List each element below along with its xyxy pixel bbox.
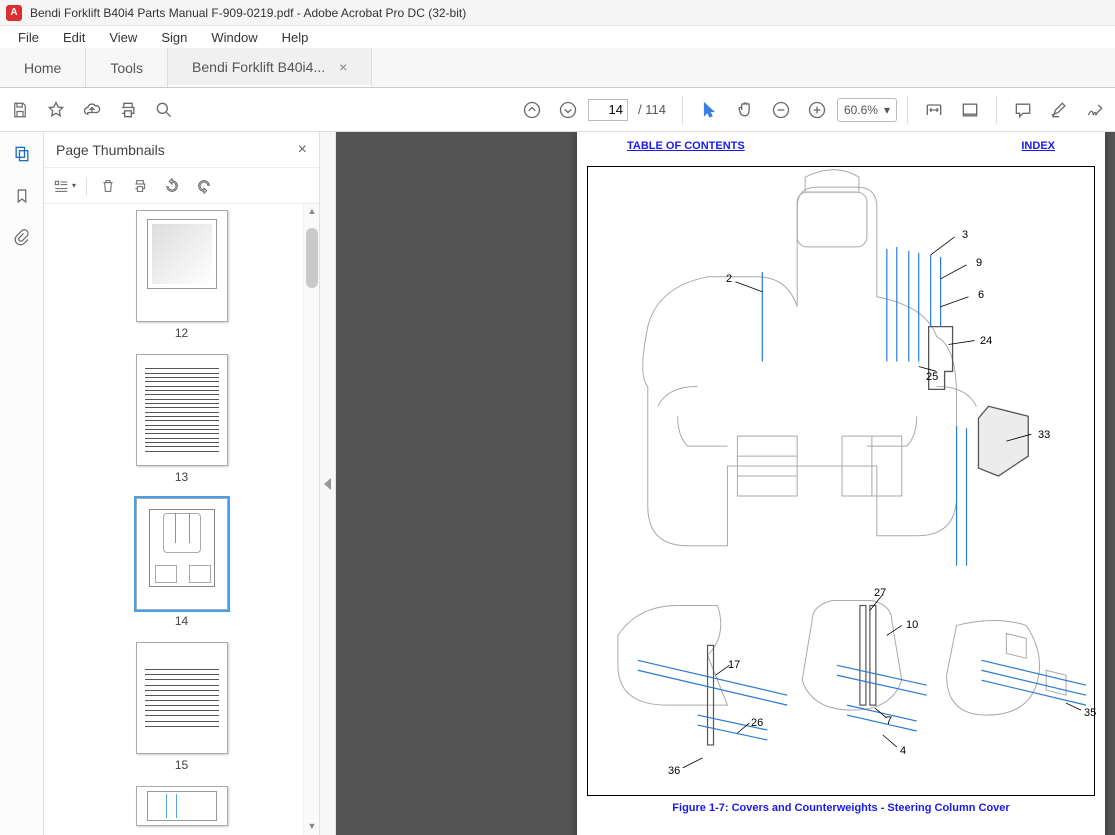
app-icon: A [6, 5, 22, 21]
thumbnails-toolbar: ▾ [44, 168, 319, 204]
save-icon[interactable] [4, 94, 36, 126]
zoom-in-icon[interactable] [801, 94, 833, 126]
main-area: Page Thumbnails × ▾ 12 13 [0, 132, 1115, 835]
callout-9: 9 [976, 257, 982, 269]
fit-width-icon[interactable] [918, 94, 950, 126]
sign-icon[interactable] [1079, 94, 1111, 126]
thumbnail-label: 14 [175, 614, 188, 628]
thumbnails-panel: Page Thumbnails × ▾ 12 13 [44, 132, 320, 835]
figure-box: 2 3 9 6 24 25 33 27 10 17 26 36 7 4 35 [587, 166, 1095, 796]
callout-10: 10 [906, 619, 918, 631]
thumbnail-label: 12 [175, 326, 188, 340]
callout-3: 3 [962, 229, 968, 241]
toc-link[interactable]: TABLE OF CONTENTS [627, 140, 745, 152]
zoom-value: 60.6% [844, 103, 878, 117]
bookmark-tab-icon[interactable] [10, 184, 34, 208]
tab-document-label: Bendi Forklift B40i4... [192, 59, 325, 75]
triangle-left-icon [324, 478, 331, 490]
toolbar: / 114 60.6% ▾ [0, 88, 1115, 132]
thumbnail-page-16[interactable] [44, 786, 319, 830]
document-viewport[interactable]: TABLE OF CONTENTS INDEX [336, 132, 1115, 835]
menubar: File Edit View Sign Window Help [0, 26, 1115, 48]
read-mode-icon[interactable] [954, 94, 986, 126]
tabstrip: Home Tools Bendi Forklift B40i4... × [0, 48, 1115, 88]
chevron-down-icon: ▾ [884, 103, 890, 117]
menu-edit[interactable]: Edit [53, 28, 95, 47]
scroll-down-icon[interactable]: ▼ [304, 821, 319, 833]
page-total-label: / 114 [632, 102, 672, 117]
page-up-icon[interactable] [516, 94, 548, 126]
titlebar: A Bendi Forklift B40i4 Parts Manual F-90… [0, 0, 1115, 26]
tab-tools[interactable]: Tools [86, 48, 168, 87]
window-title: Bendi Forklift B40i4 Parts Manual F-909-… [30, 6, 466, 20]
thumbnails-scrollbar[interactable]: ▲ ▼ [303, 204, 319, 835]
tab-home[interactable]: Home [0, 48, 86, 87]
mini-sidebar [0, 132, 44, 835]
zoom-dropdown[interactable]: 60.6% ▾ [837, 98, 897, 122]
search-icon[interactable] [148, 94, 180, 126]
figure-diagram [588, 167, 1094, 795]
callout-36: 36 [668, 765, 680, 777]
callout-24: 24 [980, 335, 992, 347]
page-down-icon[interactable] [552, 94, 584, 126]
thumb-print-icon[interactable] [129, 175, 151, 197]
toolbar-separator [682, 96, 683, 124]
toolbar-separator [907, 96, 908, 124]
pointer-icon[interactable] [693, 94, 725, 126]
thumbnails-header: Page Thumbnails × [44, 132, 319, 168]
menu-help[interactable]: Help [272, 28, 319, 47]
thumbnail-page-15[interactable]: 15 [44, 642, 319, 772]
menu-window[interactable]: Window [201, 28, 267, 47]
thumbnails-title: Page Thumbnails [56, 142, 165, 158]
callout-26: 26 [751, 717, 763, 729]
callout-35: 35 [1084, 707, 1096, 719]
thumbnails-close-icon[interactable]: × [298, 141, 307, 159]
zoom-out-icon[interactable] [765, 94, 797, 126]
thumbnail-label: 13 [175, 470, 188, 484]
callout-33: 33 [1038, 429, 1050, 441]
thumbnails-tab-icon[interactable] [10, 142, 34, 166]
callout-4: 4 [900, 745, 906, 757]
callout-6: 6 [978, 289, 984, 301]
thumbnails-list[interactable]: 12 13 14 15 [44, 204, 319, 835]
menu-file[interactable]: File [8, 28, 49, 47]
callout-25: 25 [926, 371, 938, 383]
menu-sign[interactable]: Sign [151, 28, 197, 47]
toolbar-separator [86, 177, 87, 195]
pdf-page: TABLE OF CONTENTS INDEX [577, 132, 1105, 835]
tab-home-label: Home [24, 60, 61, 76]
callout-7: 7 [886, 715, 892, 727]
figure-caption: Figure 1-7: Covers and Counterweights - … [587, 802, 1095, 814]
callout-17: 17 [728, 659, 740, 671]
menu-view[interactable]: View [99, 28, 147, 47]
thumbnail-page-13[interactable]: 13 [44, 354, 319, 484]
thumbnail-page-12[interactable]: 12 [44, 210, 319, 340]
hand-icon[interactable] [729, 94, 761, 126]
highlight-icon[interactable] [1043, 94, 1075, 126]
index-link[interactable]: INDEX [1021, 140, 1055, 152]
toolbar-separator [996, 96, 997, 124]
attachments-tab-icon[interactable] [10, 226, 34, 250]
thumbnail-label: 15 [175, 758, 188, 772]
panel-collapse-handle[interactable] [320, 132, 336, 835]
tab-close-icon[interactable]: × [339, 59, 347, 75]
comment-icon[interactable] [1007, 94, 1039, 126]
thumb-rotate-ccw-icon[interactable] [161, 175, 183, 197]
page-number-input[interactable] [588, 99, 628, 121]
star-icon[interactable] [40, 94, 72, 126]
thumb-rotate-cw-icon[interactable] [193, 175, 215, 197]
scroll-handle[interactable] [306, 228, 318, 288]
tab-document[interactable]: Bendi Forklift B40i4... × [168, 48, 372, 87]
tab-tools-label: Tools [110, 60, 143, 76]
thumb-options-icon[interactable]: ▾ [54, 175, 76, 197]
thumbnail-page-14[interactable]: 14 [44, 498, 319, 628]
callout-27: 27 [874, 587, 886, 599]
thumb-delete-icon[interactable] [97, 175, 119, 197]
print-icon[interactable] [112, 94, 144, 126]
callout-2: 2 [726, 273, 732, 285]
cloud-icon[interactable] [76, 94, 108, 126]
scroll-up-icon[interactable]: ▲ [304, 206, 319, 218]
